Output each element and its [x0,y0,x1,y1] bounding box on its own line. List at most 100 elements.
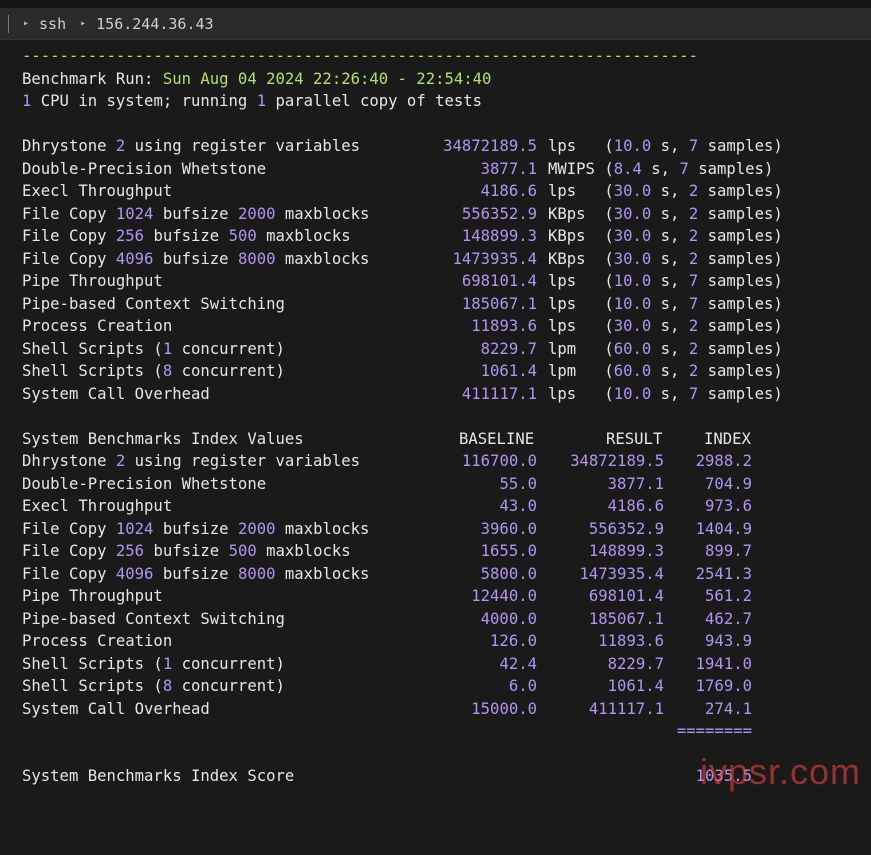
test-param: 500 [228,227,257,245]
result-unit: KBps ( [548,204,614,223]
terminal-output[interactable]: ----------------------------------------… [22,45,871,788]
test-param: 4096 [115,564,154,583]
result-unit: MWIPS ( [548,159,614,178]
test-name: File Copy 256 bufsize 500 maxblocks [22,540,351,563]
test-name-text: Dhrystone [22,452,116,470]
index-result: 1473935.4 [579,564,665,583]
test-param: 500 [228,542,257,560]
index-value: 1941.0 [695,654,752,673]
test-name-text: Pipe-based Context Switching [22,294,285,313]
result-time: 30.0 [613,317,652,335]
result-unit: KBps ( [548,227,614,245]
test-name-text: Pipe Throughput [22,587,163,605]
test-name-text: Shell Scripts ( [22,339,163,358]
test-param: 2000 [237,204,276,223]
result-details: lps (10.0 s, 7 samples) [548,135,783,158]
test-name: Shell Scripts (1 concurrent) [22,338,285,361]
result-row: Shell Scripts (8 concurrent) 1061.4 lpm (6… [22,360,871,383]
result-time-unit: s, [651,272,689,290]
result-value: 148899.3 [461,227,537,245]
index-value: 462.7 [705,609,752,628]
test-param: 4096 [115,249,154,268]
result-time: 30.0 [613,182,652,200]
index-result: 11893.6 [598,632,664,650]
cpu-text-end: parallel copy of tests [266,92,483,110]
result-samples-label: samples) [698,339,783,358]
test-name: Dhrystone 2 using register variables [22,450,360,473]
test-param: 8 [162,677,173,695]
result-unit: lps ( [548,182,614,200]
test-name-text: maxblocks [275,204,370,223]
result-samples: 2 [688,339,699,358]
result-time-unit: s, [651,294,689,313]
test-name-text: maxblocks [256,542,351,560]
test-param: 1024 [115,519,154,538]
index-result: 34872189.5 [570,452,664,470]
index-baseline: 12440.0 [471,587,537,605]
breadcrumb-item-ssh[interactable]: ssh [39,15,66,33]
test-name-text: maxblocks [256,227,351,245]
test-name-text: Double-Precision Whetstone [22,474,267,493]
test-name-text: using register variables [125,452,360,470]
window-top-edge [0,0,871,8]
index-result: 411117.1 [588,699,664,718]
index-baseline: 55.0 [499,474,537,493]
test-param: 2000 [237,519,276,538]
index-value: 1404.9 [695,519,752,538]
result-time: 10.0 [613,294,652,313]
index-row: Process Creation 126.0 11893.6 943.9 [22,630,871,653]
result-details: lpm (60.0 s, 2 samples) [548,338,783,361]
result-details: lps (10.0 s, 7 samples) [548,293,783,316]
result-samples: 7 [688,294,699,313]
test-name-text: Pipe-based Context Switching [22,609,285,628]
test-name-text: System Call Overhead [22,699,210,718]
test-param: 8000 [237,564,276,583]
result-row: File Copy 4096 bufsize 8000 maxblocks 147… [22,248,871,271]
test-name: System Call Overhead [22,383,210,406]
result-samples-label: samples) [698,204,783,223]
test-name: Double-Precision Whetstone [22,158,266,181]
test-param: 1024 [115,204,154,223]
test-param: 8 [162,362,173,380]
result-time-unit: s, [651,384,689,403]
index-row: Execl Throughput 43.0 4186.6 973.6 [22,495,871,518]
test-name: System Call Overhead [22,698,210,721]
result-details: lps (10.0 s, 7 samples) [548,383,783,406]
result-time-unit: s, [651,182,689,200]
test-name: Pipe-based Context Switching [22,293,285,316]
test-name-text: maxblocks [275,564,370,583]
index-value: 973.6 [705,497,752,515]
index-value: 274.1 [705,699,752,718]
index-row: Shell Scripts (1 concurrent) 42.4 8229.7 19… [22,653,871,676]
test-name: Double-Precision Whetstone [22,473,266,496]
test-name: Process Creation [22,630,172,653]
test-name: File Copy 4096 bufsize 8000 maxblocks [22,248,369,271]
results-list: Dhrystone 2 using register variables 3487… [22,135,871,405]
result-unit: lps ( [548,294,614,313]
test-name: Pipe Throughput [22,270,163,293]
test-name: File Copy 4096 bufsize 8000 maxblocks [22,563,369,586]
result-unit: lpm ( [548,362,614,380]
result-samples-label: samples) [698,272,783,290]
result-value: 8229.7 [480,339,537,358]
result-details: MWIPS (8.4 s, 7 samples) [548,158,773,181]
test-name-text: File Copy [22,519,116,538]
test-name-text: concurrent) [172,677,285,695]
column-header-result: RESULT [606,429,663,448]
test-name-text: Pipe Throughput [22,272,163,290]
index-result: 556352.9 [588,519,664,538]
test-name-text: File Copy [22,204,116,223]
result-time: 60.0 [613,339,652,358]
result-unit: lps ( [548,384,614,403]
test-name-text: maxblocks [275,249,370,268]
index-row: File Copy 256 bufsize 500 maxblocks 1655.… [22,540,871,563]
index-value: 2988.2 [695,452,752,470]
index-result: 185067.1 [588,609,664,628]
index-row: Double-Precision Whetstone 55.0 3877.1 704.… [22,473,871,496]
result-time: 10.0 [613,384,652,403]
result-details: lpm (60.0 s, 2 samples) [548,360,783,383]
result-samples-label: samples) [688,159,774,178]
result-unit: lps ( [548,317,614,335]
breadcrumb-item-host[interactable]: 156.244.36.43 [96,15,213,33]
cpu-info-line: 1 CPU in system; running 1 parallel copy… [22,90,871,113]
